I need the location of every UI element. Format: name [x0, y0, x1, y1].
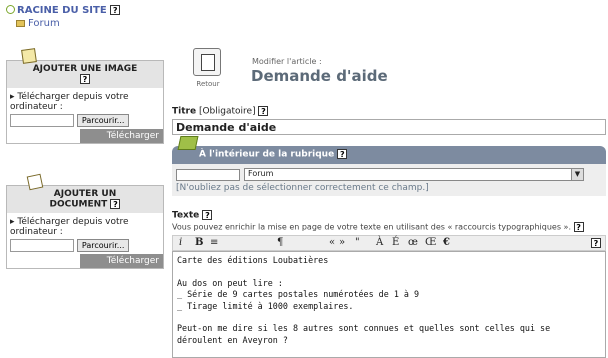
help-icon[interactable]: ? — [573, 222, 584, 232]
section-search-input[interactable] — [176, 169, 240, 181]
section-note: [N'oubliez pas de sélectionner correctem… — [176, 183, 429, 193]
add-image-header: AJOUTER UNE IMAGE ? — [7, 61, 163, 88]
site-root-icon — [6, 5, 15, 14]
add-document-title-2: DOCUMENT — [49, 199, 108, 210]
chevron-down-icon[interactable]: ▼ — [571, 169, 583, 180]
quote-button[interactable]: " — [355, 237, 360, 248]
add-image-box: AJOUTER UNE IMAGE ? ▸ Télécharger depuis… — [6, 60, 164, 144]
text-field-label: Texte ? — [172, 210, 213, 221]
upload-document-button[interactable]: Télécharger — [80, 253, 163, 268]
help-icon[interactable]: ? — [110, 5, 121, 15]
a-grave-button[interactable]: À — [376, 237, 383, 248]
back-button[interactable] — [193, 48, 221, 76]
document-file-input[interactable] — [10, 238, 74, 252]
document-icon — [201, 54, 215, 71]
text-area[interactable]: Carte des éditions Loubatières Au dos on… — [172, 251, 606, 358]
breadcrumb-root[interactable]: RACINE DU SITE ? — [6, 5, 121, 16]
oe-capital-button[interactable]: Œ — [425, 237, 436, 248]
euro-button[interactable]: € — [443, 237, 450, 248]
folder-icon — [16, 20, 25, 27]
text-label: Texte — [172, 210, 200, 221]
help-icon[interactable]: ? — [202, 210, 213, 220]
section-label: À l'intérieur de la rubrique — [199, 149, 335, 160]
help-icon[interactable]: ? — [80, 74, 90, 84]
add-image-title: AJOUTER UNE IMAGE — [32, 64, 138, 74]
section-selected-value: Forum — [248, 169, 274, 178]
page-title: Demande d'aide — [251, 67, 388, 85]
section-select[interactable]: Forum ▼ — [244, 168, 584, 181]
title-field-label: Titre [Obligatoire] ? — [172, 106, 269, 117]
upload-text: Télécharger depuis votre ordinateur : — [10, 216, 129, 237]
help-icon[interactable]: ? — [337, 149, 348, 159]
breadcrumb-root-label[interactable]: RACINE DU SITE — [17, 5, 107, 16]
required-note: [Obligatoire] — [198, 106, 256, 117]
help-icon[interactable]: ? — [110, 199, 121, 209]
add-image-upload-text: ▸ Télécharger depuis votre ordinateur : — [10, 91, 129, 112]
upload-image-button[interactable]: Télécharger — [80, 128, 163, 143]
close-quote-button[interactable]: » — [339, 237, 345, 248]
add-document-upload-text: ▸ Télécharger depuis votre ordinateur : — [10, 216, 129, 237]
section-header: À l'intérieur de la rubrique ? — [172, 146, 606, 164]
add-document-box: AJOUTER UN DOCUMENT ? ▸ Télécharger depu… — [6, 185, 164, 269]
open-quote-button[interactable]: « — [329, 237, 335, 248]
title-label: Titre — [172, 106, 197, 117]
list-button[interactable]: ¶ — [277, 237, 283, 248]
upload-text: Télécharger depuis votre ordinateur : — [10, 91, 129, 112]
title-input[interactable]: Demande d'aide — [172, 119, 606, 135]
italic-button[interactable]: i — [179, 237, 182, 248]
formatting-toolbar: i B ≡ ¶ « » " À É œ Œ € ? — [172, 235, 606, 251]
browse-button[interactable]: Parcourir... — [76, 113, 130, 127]
section-cube-icon — [177, 136, 199, 150]
heading-button[interactable]: ≡ — [210, 237, 218, 248]
breadcrumb-forum-label[interactable]: Forum — [28, 18, 60, 29]
breadcrumb-forum[interactable]: Forum — [16, 18, 60, 29]
image-file-input[interactable] — [10, 113, 74, 127]
image-add-icon — [21, 48, 37, 64]
text-hint: Vous pouvez enrichir la mise en page de … — [172, 222, 584, 232]
help-icon[interactable]: ? — [591, 238, 601, 248]
document-add-icon — [26, 173, 44, 191]
oe-button[interactable]: œ — [408, 237, 418, 248]
modify-label: Modifier l'article : — [252, 57, 322, 66]
text-hint-label: Vous pouvez enrichir la mise en page de … — [172, 222, 571, 232]
back-label[interactable]: Retour — [188, 80, 228, 88]
browse-button[interactable]: Parcourir... — [76, 238, 130, 252]
bold-button[interactable]: B — [195, 237, 203, 248]
help-icon[interactable]: ? — [258, 106, 269, 116]
e-acute-button[interactable]: É — [392, 237, 399, 248]
add-document-title-1: AJOUTER UN — [53, 189, 117, 199]
